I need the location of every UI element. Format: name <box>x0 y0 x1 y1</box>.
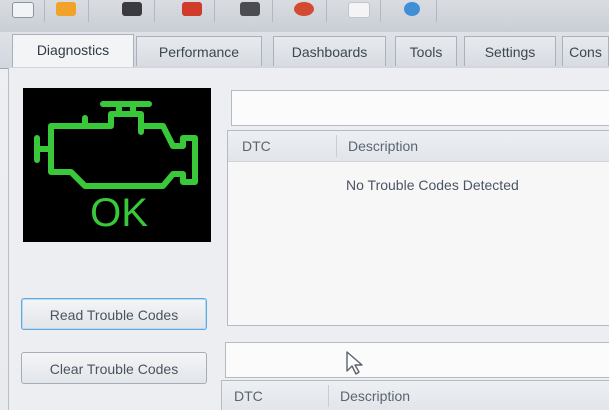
tab-settings[interactable]: Settings <box>464 36 556 66</box>
app-icon <box>12 2 34 18</box>
toolbar <box>0 0 609 33</box>
record-icon <box>294 2 314 16</box>
column-separator[interactable] <box>328 385 329 407</box>
help-icon <box>404 2 420 16</box>
codes-summary-bar <box>231 90 609 126</box>
vehicle-button[interactable] <box>110 0 155 22</box>
engine-icon: OK <box>34 101 198 235</box>
tab-dashboards[interactable]: Dashboards <box>273 36 386 66</box>
folder-icon <box>56 2 76 16</box>
sound-button[interactable] <box>228 0 273 22</box>
tab-performance[interactable]: Performance <box>136 36 262 66</box>
clear-trouble-codes-button[interactable]: Clear Trouble Codes <box>21 352 207 384</box>
pending-codes-list[interactable]: DTC Description <box>221 380 609 410</box>
tab-console[interactable]: Cons <box>562 36 609 66</box>
pending-codes-header: DTC Description <box>222 381 609 410</box>
column-header-description[interactable]: Description <box>340 381 410 410</box>
column-header-description[interactable]: Description <box>348 131 418 161</box>
pending-summary-bar <box>225 342 609 378</box>
tab-tools[interactable]: Tools <box>395 36 457 66</box>
column-header-dtc[interactable]: DTC <box>234 381 263 410</box>
tab-bar: Diagnostics Performance Dashboards Tools… <box>0 32 609 69</box>
speaker-icon <box>240 2 260 16</box>
column-header-dtc[interactable]: DTC <box>242 131 271 161</box>
record-button[interactable] <box>282 0 327 22</box>
diagnostics-panel: OK Read Trouble Codes Clear Trouble Code… <box>8 68 609 410</box>
car-icon <box>122 2 142 16</box>
description-cell: No Trouble Codes Detected <box>346 177 519 193</box>
trouble-codes-header: DTC Description <box>228 131 609 162</box>
open-button[interactable] <box>44 0 89 22</box>
status-text: OK <box>90 191 148 235</box>
connect-button[interactable] <box>170 0 215 22</box>
mouse-pointer-icon <box>346 351 363 375</box>
column-separator[interactable] <box>336 135 337 157</box>
gauge-icon <box>182 2 202 16</box>
tab-diagnostics[interactable]: Diagnostics <box>12 34 134 67</box>
obd-diagnostics-window: Diagnostics Performance Dashboards Tools… <box>0 0 609 410</box>
read-trouble-codes-button[interactable]: Read Trouble Codes <box>21 298 207 330</box>
help-button[interactable] <box>392 0 437 22</box>
trouble-codes-list[interactable]: DTC Description No Trouble Codes Detecte… <box>227 130 609 326</box>
graph-button[interactable] <box>336 0 381 22</box>
check-engine-indicator: OK <box>23 88 211 242</box>
app-button[interactable] <box>0 0 45 22</box>
graph-icon <box>348 2 370 18</box>
